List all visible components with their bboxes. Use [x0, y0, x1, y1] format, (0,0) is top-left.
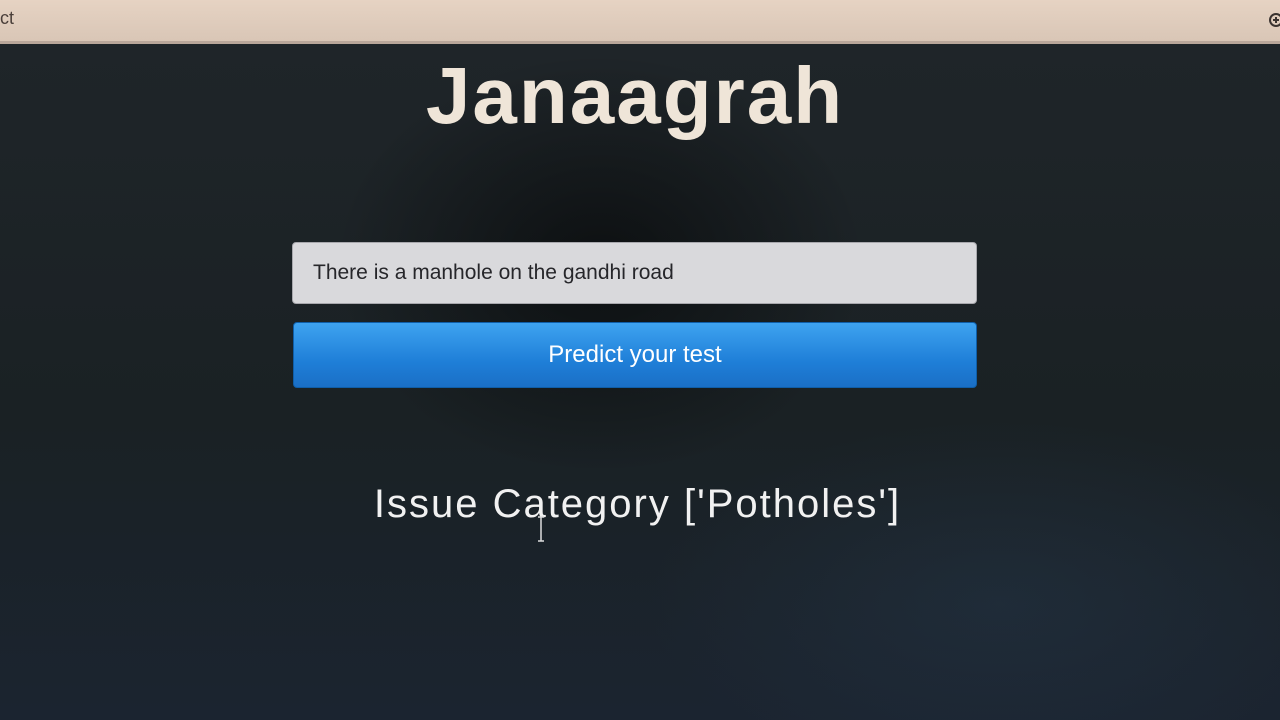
page-title: Janaagrah	[425, 51, 845, 140]
zoom-in-icon[interactable]	[1268, 12, 1280, 30]
browser-toolbar: ct	[0, 0, 1280, 44]
page-content: Janaagrah Predict your test Issue Catego…	[0, 44, 1280, 720]
text-cursor-icon	[538, 516, 544, 542]
predict-button[interactable]: Predict your test	[293, 322, 977, 388]
tab-title[interactable]: ct	[0, 8, 14, 29]
issue-category-result: Issue Category ['Potholes']	[373, 482, 902, 526]
issue-text-input[interactable]	[292, 242, 977, 304]
